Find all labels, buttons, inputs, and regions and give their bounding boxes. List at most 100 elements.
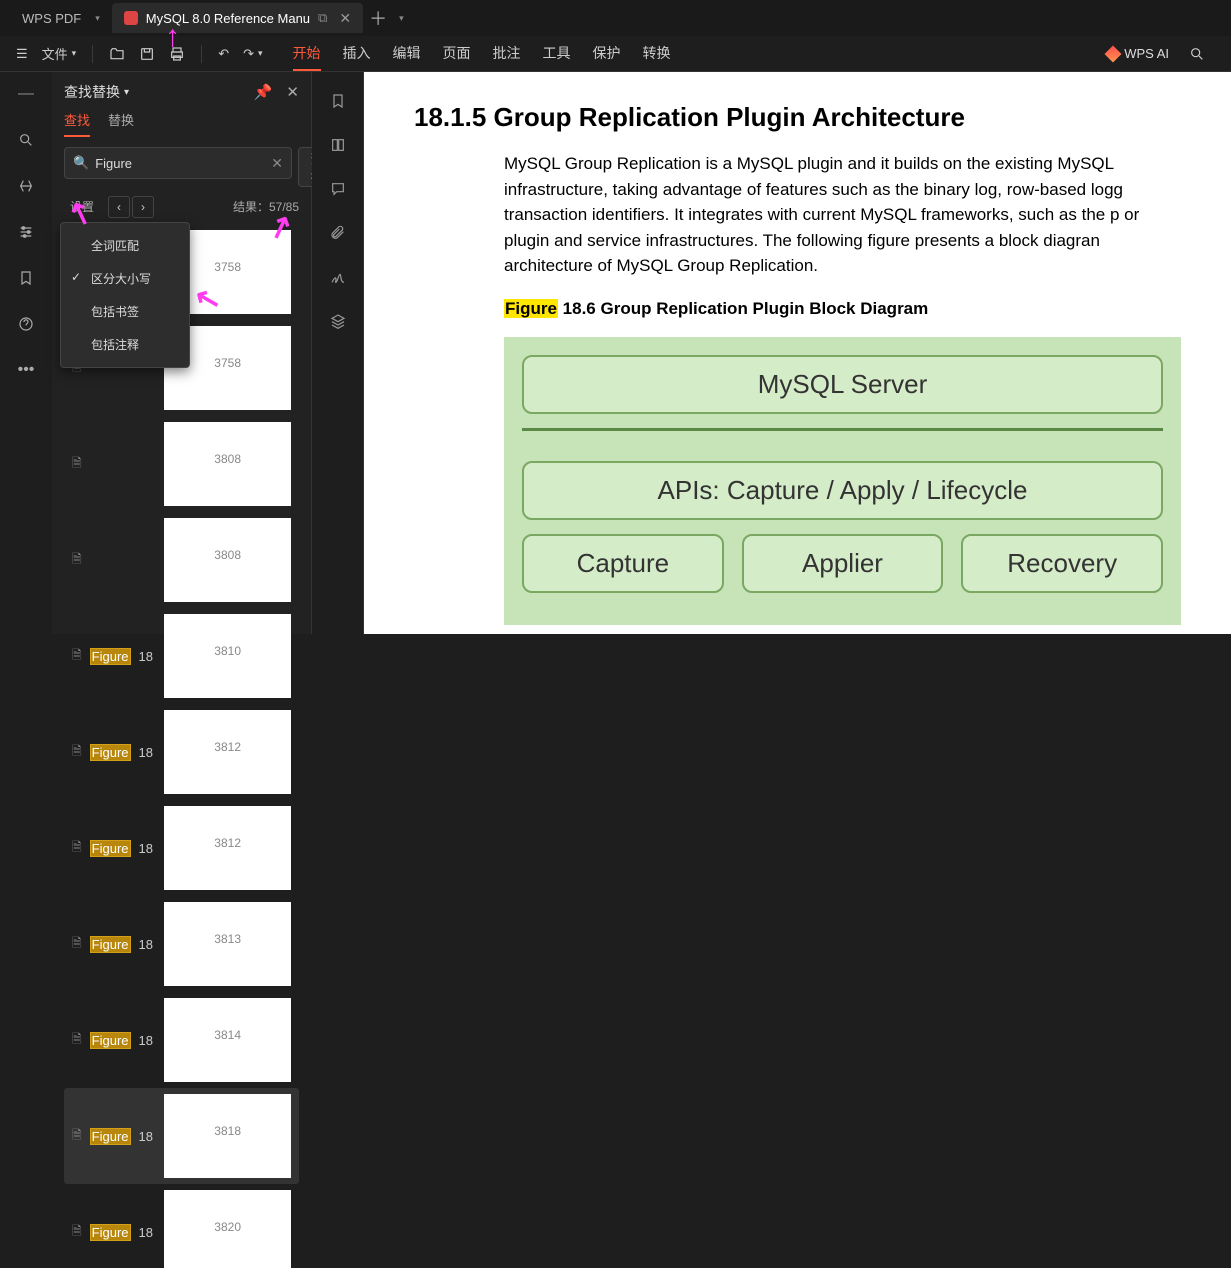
chevron-down-icon: ▾	[72, 48, 77, 59]
toolbar: ☰ 文件 ▾ ↶ ↷ ▾ 开始 插入 编辑 页面 批注 工具 保护 转换 WPS…	[0, 36, 1231, 72]
search-icon: 🔍	[73, 155, 89, 171]
add-tab-button[interactable]: ＋	[363, 5, 393, 31]
search-result-row[interactable]: 🗎Figure 183813	[64, 896, 299, 992]
clear-input-icon[interactable]: ✕	[271, 155, 283, 172]
thumbnails-icon[interactable]	[327, 134, 349, 156]
page-icon: 🗎	[72, 1222, 82, 1243]
diagram-box-recovery: Recovery	[961, 534, 1163, 593]
collapse-icon[interactable]: —	[12, 80, 40, 108]
search-input[interactable]	[95, 156, 271, 171]
more-icon[interactable]: •••	[12, 356, 40, 384]
search-result-row[interactable]: 🗎Figure 183814	[64, 992, 299, 1088]
pdf-icon	[124, 11, 138, 25]
highlighted-match: Figure	[504, 299, 558, 318]
chevron-down-icon[interactable]: ▾	[124, 87, 129, 98]
open-icon[interactable]	[103, 42, 131, 66]
option-whole-word[interactable]: 全词匹配	[61, 229, 189, 262]
tab-start[interactable]: 开始	[293, 37, 321, 71]
file-menu-label: 文件	[42, 44, 68, 63]
match-highlight: Figure	[90, 840, 131, 857]
menu-icon[interactable]: ☰	[10, 42, 34, 66]
layers-icon[interactable]	[327, 310, 349, 332]
undo-icon[interactable]: ↶	[212, 42, 235, 66]
search-result-row[interactable]: 🗎Figure 183812	[64, 704, 299, 800]
option-match-case[interactable]: ✓ 区分大小写	[61, 262, 189, 295]
comment-icon[interactable]	[327, 178, 349, 200]
settings-sliders-icon[interactable]	[12, 218, 40, 246]
attachment-icon[interactable]	[327, 222, 349, 244]
diagram-box-applier: Applier	[742, 534, 944, 593]
result-page-number: 3813	[164, 902, 291, 986]
close-tab-icon[interactable]: ✕	[339, 10, 351, 27]
redo-icon[interactable]: ↷ ▾	[237, 42, 268, 66]
tab-convert[interactable]: 转换	[643, 37, 671, 71]
search-result-row[interactable]: 🗎3808	[64, 416, 299, 512]
search-result-row[interactable]: 🗎Figure 183818	[64, 1088, 299, 1184]
home-tab[interactable]: WPS PDF ▾	[10, 3, 112, 33]
tab-tools[interactable]: 工具	[543, 37, 571, 71]
document-side-rail	[312, 72, 364, 634]
wps-ai-button[interactable]: WPS AI	[1107, 46, 1169, 61]
ai-logo-icon	[1105, 45, 1122, 62]
match-context: 18	[139, 649, 153, 664]
next-result-button[interactable]: ›	[132, 196, 154, 218]
bookmark-rail-icon[interactable]	[12, 264, 40, 292]
tab-bar: WPS PDF ▾ MySQL 8.0 Reference Manu ⧉ ✕ ＋…	[0, 0, 1231, 36]
replace-tab[interactable]: 替换	[108, 110, 134, 137]
find-tab[interactable]: 查找	[64, 110, 90, 137]
check-icon: ✓	[71, 270, 81, 284]
match-highlight: Figure	[90, 744, 131, 761]
result-count: 结果：57/85	[233, 198, 299, 215]
figure-caption: Figure 18.6 Group Replication Plugin Blo…	[504, 299, 1181, 319]
result-page-number: 3808	[164, 518, 291, 602]
search-result-row[interactable]: 🗎3808	[64, 512, 299, 608]
document-view[interactable]: 18.1.5 Group Replication Plugin Architec…	[364, 72, 1231, 634]
document-tab[interactable]: MySQL 8.0 Reference Manu ⧉ ✕	[112, 3, 363, 33]
search-settings-button[interactable]: 设置	[64, 195, 100, 218]
diagram-box-apis: APIs: Capture / Apply / Lifecycle	[522, 461, 1163, 520]
page-icon: 🗎	[72, 742, 82, 763]
tab-page[interactable]: 页面	[443, 37, 471, 71]
search-result-row[interactable]: 🗎Figure 183812	[64, 800, 299, 896]
tab-annotate[interactable]: 批注	[493, 37, 521, 71]
compare-icon[interactable]	[12, 172, 40, 200]
chevron-down-icon: ▾	[95, 13, 100, 24]
tab-edit[interactable]: 编辑	[393, 37, 421, 71]
print-icon[interactable]	[163, 42, 191, 66]
result-page-number: 3812	[164, 710, 291, 794]
section-heading: 18.1.5 Group Replication Plugin Architec…	[414, 102, 1181, 133]
match-highlight: Figure	[90, 1128, 131, 1145]
file-menu[interactable]: 文件 ▾	[36, 40, 83, 67]
match-highlight: Figure	[90, 1032, 131, 1049]
search-box: 🔍 ✕	[64, 147, 292, 179]
search-icon[interactable]	[1183, 42, 1211, 66]
page-icon: 🗎	[72, 646, 82, 667]
page-icon: 🗎	[72, 934, 82, 955]
page-icon: 🗎	[72, 1030, 82, 1051]
result-page-number: 3820	[164, 1190, 291, 1268]
home-tab-label: WPS PDF	[22, 11, 81, 26]
tab-protect[interactable]: 保护	[593, 37, 621, 71]
save-icon[interactable]	[133, 42, 161, 66]
search-tool-icon[interactable]	[12, 126, 40, 154]
prev-result-button[interactable]: ‹	[108, 196, 130, 218]
pin-icon[interactable]: 📌	[254, 83, 273, 101]
result-page-number: 3810	[164, 614, 291, 698]
bookmark-outline-icon[interactable]	[327, 90, 349, 112]
result-page-number: 3818	[164, 1094, 291, 1178]
search-result-row[interactable]: 🗎Figure 183810	[64, 608, 299, 704]
ribbon-tabs: 开始 插入 编辑 页面 批注 工具 保护 转换	[293, 37, 671, 71]
search-result-row[interactable]: 🗎Figure 183820	[64, 1184, 299, 1268]
option-include-comments[interactable]: 包括注释	[61, 328, 189, 361]
present-icon[interactable]: ⧉	[318, 10, 327, 26]
close-panel-icon[interactable]: ✕	[286, 83, 299, 101]
help-icon[interactable]	[12, 310, 40, 338]
diagram-box-capture: Capture	[522, 534, 724, 593]
signature-icon[interactable]	[327, 266, 349, 288]
option-include-bookmarks[interactable]: 包括书签	[61, 295, 189, 328]
tab-list-dropdown-icon[interactable]: ▾	[399, 13, 404, 24]
match-context: 18	[139, 937, 153, 952]
separator	[92, 45, 93, 63]
search-settings-menu: 全词匹配 ✓ 区分大小写 包括书签 包括注释	[60, 222, 190, 368]
tab-insert[interactable]: 插入	[343, 37, 371, 71]
